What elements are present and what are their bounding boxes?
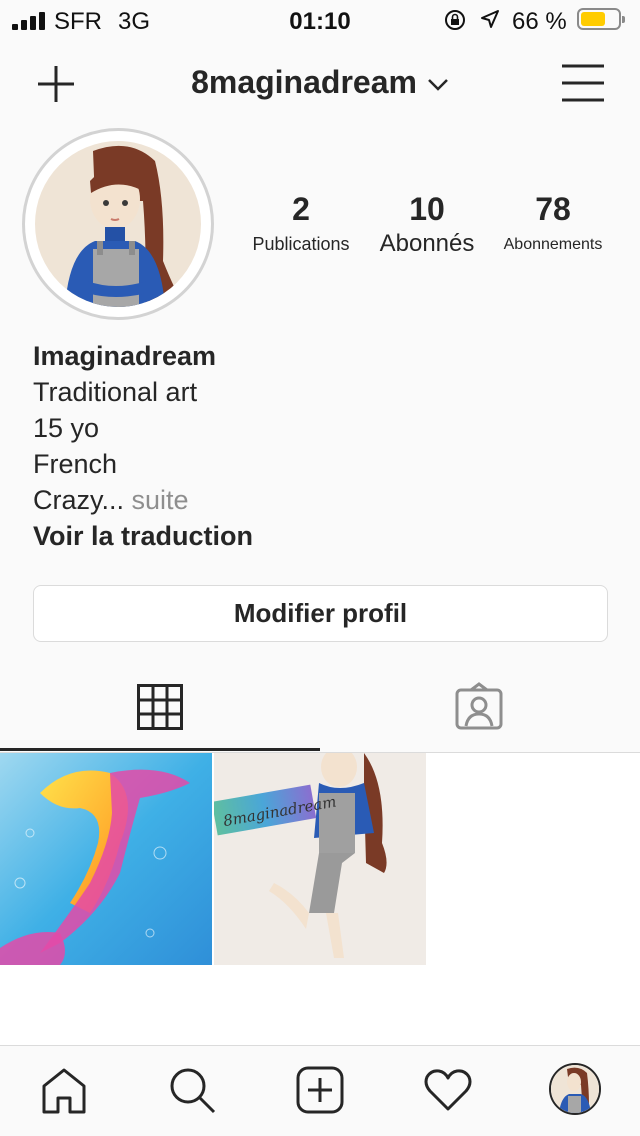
hamburger-menu-icon[interactable] — [562, 64, 604, 102]
see-translation-link[interactable]: Voir la traduction — [33, 518, 253, 554]
battery-percent: 66 % — [512, 8, 567, 35]
posts-label: Publications — [252, 234, 350, 254]
bio-more-link[interactable]: suite — [132, 485, 189, 515]
profile-display-name: Imaginadream — [33, 341, 217, 371]
active-tab-indicator — [0, 748, 320, 751]
followers-stat[interactable]: 10 Abonnés — [368, 190, 486, 258]
profile-avatar[interactable] — [22, 128, 214, 320]
edit-profile-button[interactable]: Modifier profil — [33, 585, 608, 642]
post-thumbnail[interactable]: 8maginadream — [214, 753, 426, 965]
posts-stat[interactable]: 2 Publications — [240, 190, 362, 255]
battery-icon — [577, 8, 625, 30]
followers-label: Abonnés — [379, 230, 475, 257]
location-arrow-icon — [481, 10, 499, 28]
chevron-down-icon — [428, 78, 448, 91]
girl-drawing: 8maginadream — [214, 753, 426, 965]
profile-username-switcher[interactable]: 8maginadream — [0, 64, 640, 101]
username-title: 8maginadream — [191, 64, 417, 100]
bio-line: Traditional art — [33, 377, 198, 407]
bio-line-truncated: Crazy... suite — [33, 482, 253, 518]
avatar-drawing — [551, 1065, 599, 1113]
profile-bio: Imaginadream Traditional art 15 yo Frenc… — [33, 338, 253, 554]
profile-avatar[interactable] — [549, 1063, 601, 1115]
heart-icon[interactable] — [424, 1068, 472, 1112]
profile-tabs — [0, 660, 640, 753]
bottom-navigation — [0, 1045, 640, 1136]
new-post-icon[interactable] — [296, 1066, 344, 1114]
post-thumbnail[interactable] — [0, 753, 212, 965]
bio-line: French — [33, 449, 118, 479]
status-bar: SFR 3G 01:10 66 % — [0, 0, 640, 40]
following-stat[interactable]: 78 Abonnements — [492, 190, 614, 254]
bio-line: 15 yo — [33, 413, 100, 443]
mermaid-painting — [0, 753, 212, 965]
search-icon[interactable] — [168, 1066, 216, 1114]
bio-line: Crazy... — [33, 485, 125, 515]
following-count: 78 — [535, 191, 571, 227]
posts-count: 2 — [292, 191, 310, 227]
grid-icon[interactable] — [137, 684, 183, 730]
tagged-icon[interactable] — [455, 682, 503, 730]
rotation-lock-icon — [445, 10, 465, 30]
home-icon[interactable] — [40, 1066, 88, 1114]
following-label: Abonnements — [503, 236, 603, 253]
avatar-drawing — [35, 141, 201, 307]
followers-count: 10 — [409, 191, 445, 227]
